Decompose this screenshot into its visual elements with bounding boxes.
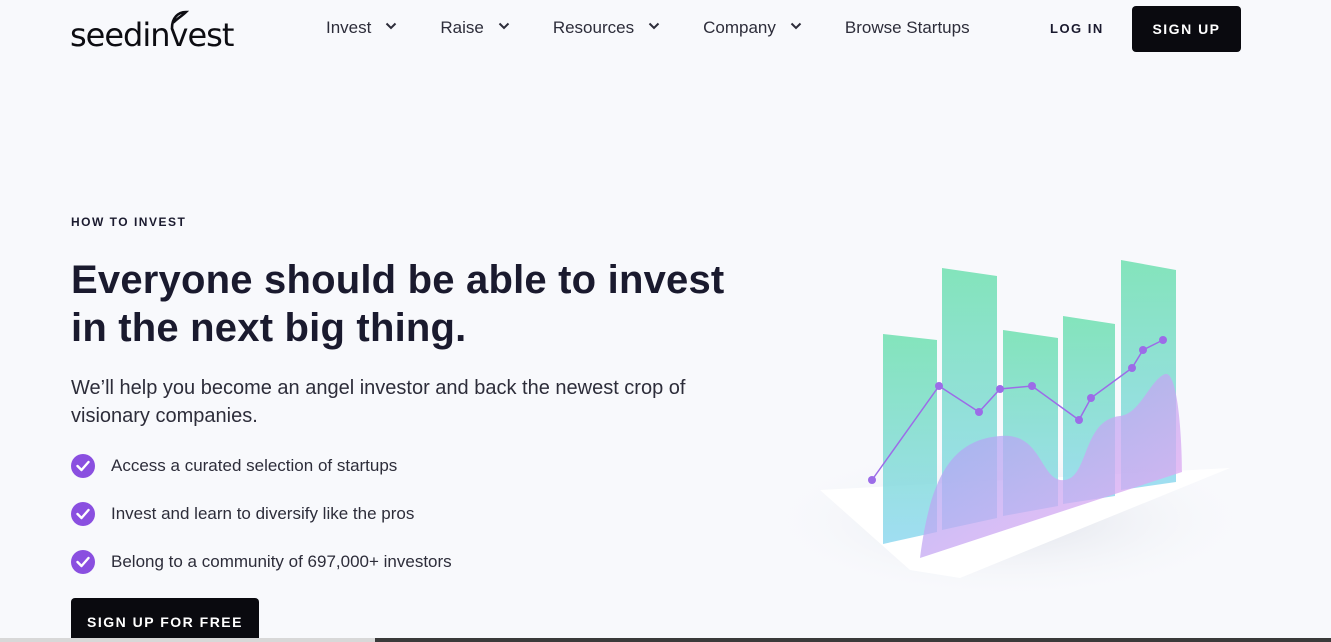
list-item: Access a curated selection of startups [71, 453, 452, 479]
nav-item-browse-startups[interactable]: Browse Startups [845, 18, 970, 38]
nav-item-company[interactable]: Company [703, 18, 802, 38]
section-eyebrow: HOW TO INVEST [71, 215, 187, 229]
main-menu: Invest Raise Resources Company Browse St… [326, 18, 970, 38]
headline-line-2: in the next big thing. [71, 306, 467, 350]
nav-item-raise[interactable]: Raise [440, 18, 510, 38]
feature-list: Access a curated selection of startups I… [71, 453, 452, 597]
nav-label: Raise [440, 18, 484, 37]
nav-item-invest[interactable]: Invest [326, 18, 397, 38]
list-item: Belong to a community of 697,000+ invest… [71, 549, 452, 575]
signup-button[interactable]: SIGN UP [1132, 6, 1241, 52]
chevron-down-icon [385, 22, 397, 32]
logo-text: seedinvest [70, 16, 234, 54]
check-circle-icon [71, 502, 95, 526]
chevron-down-icon [498, 22, 510, 32]
check-circle-icon [71, 550, 95, 574]
feature-text: Access a curated selection of startups [111, 456, 398, 475]
login-link[interactable]: LOG IN [1050, 21, 1104, 36]
top-navigation: seedinvest Invest Raise Resources Compan… [0, 0, 1331, 58]
feature-text: Invest and learn to diversify like the p… [111, 504, 415, 523]
feature-text: Belong to a community of 697,000+ invest… [111, 552, 452, 571]
scrollbar-thumb[interactable] [0, 638, 375, 642]
chevron-down-icon [790, 22, 802, 32]
sprout-icon [170, 10, 190, 30]
bottom-scrollbar[interactable] [0, 638, 1331, 642]
growth-chart-illustration [760, 260, 1260, 600]
hero-headline: Everyone should be able to invest in the… [71, 256, 791, 352]
hero-subtext: We’ll help you become an angel investor … [71, 377, 686, 427]
nav-label: Company [703, 18, 776, 37]
nav-label: Browse Startups [844, 18, 970, 37]
check-circle-icon [71, 454, 95, 478]
nav-item-resources[interactable]: Resources [552, 18, 660, 38]
list-item: Invest and learn to diversify like the p… [71, 501, 452, 527]
nav-label: Invest [326, 18, 372, 37]
seedinvest-logo[interactable]: seedinvest [70, 6, 250, 54]
signup-free-button[interactable]: SIGN UP FOR FREE [71, 598, 259, 642]
nav-label: Resources [552, 18, 635, 37]
headline-line-1: Everyone should be able to invest [71, 258, 725, 302]
chevron-down-icon [648, 22, 660, 32]
